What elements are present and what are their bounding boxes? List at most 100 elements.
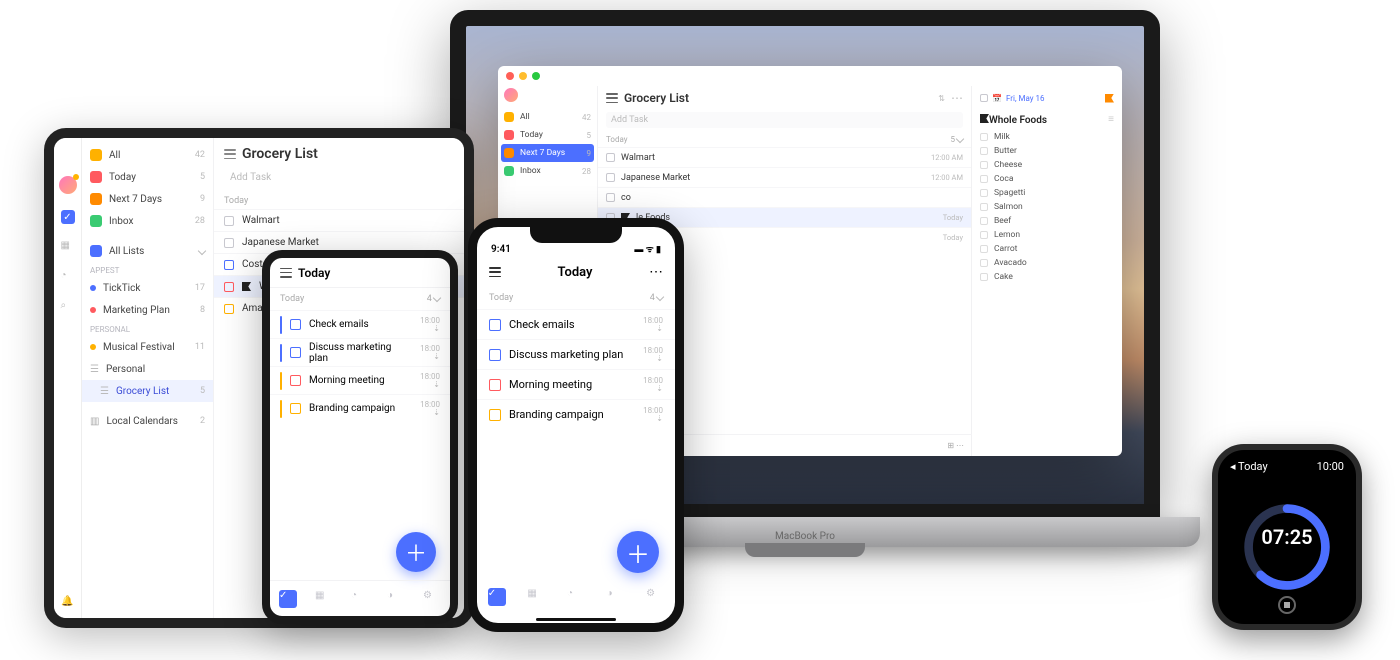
subtask-row[interactable]: Beef [972,214,1122,228]
menu-icon[interactable] [489,267,501,277]
more-icon[interactable]: ⋯ [951,91,963,105]
subtask-row[interactable]: Avacado [972,256,1122,270]
all-lists[interactable]: All Lists [82,240,213,262]
checkbox-icon[interactable] [290,347,301,358]
tab-pomo-icon[interactable]: ◔ [351,590,369,608]
checkbox-icon[interactable] [290,319,301,330]
tab-tasks-icon[interactable]: ✓ [279,590,297,608]
checkbox-icon[interactable] [489,379,501,391]
tasks-icon[interactable]: ✓ [61,210,75,224]
checkbox-icon[interactable] [224,304,234,314]
tab-pomo-icon[interactable]: ◔ [567,588,585,606]
sidebar-item[interactable]: Inbox28 [498,162,597,180]
tab-habit-icon[interactable]: ◑ [387,590,405,608]
list-item[interactable]: Musical Festival11 [82,336,213,358]
checkbox-icon[interactable] [606,153,615,162]
checkbox-icon[interactable] [980,175,988,183]
add-task-input[interactable]: Add Task [606,112,963,128]
watch-back[interactable]: ◂ Today [1230,460,1268,473]
task-row[interactable]: co [598,187,971,207]
tab-tasks-icon[interactable]: ✓ [488,588,506,606]
tab-calendar-icon[interactable]: ▦ [527,588,545,606]
digital-crown[interactable] [1360,490,1362,512]
add-button[interactable]: ＋ [396,532,436,572]
sidebar-item[interactable]: Today5 [498,126,597,144]
calendar-icon[interactable]: ▦ [61,240,75,254]
task-row[interactable]: Discuss marketing plan18:00⇣ [477,339,675,369]
checkbox-icon[interactable] [489,349,501,361]
list-item[interactable]: Marketing Plan8 [82,299,213,321]
subtask-row[interactable]: Butter [972,144,1122,158]
smart-next7[interactable]: Next 7 Days9 [82,188,213,210]
more-icon[interactable]: ⋯ [649,264,663,280]
menu-icon[interactable] [280,268,292,278]
checkbox-icon[interactable] [980,133,988,141]
checkbox-icon[interactable] [224,260,234,270]
checkbox-icon[interactable] [980,161,988,169]
subtask-row[interactable]: Cheese [972,158,1122,172]
task-row[interactable]: Morning meeting18:00⇣ [270,366,450,394]
add-button[interactable]: ＋ [617,531,659,573]
task-row[interactable]: Branding campaign18:00⇣ [270,394,450,422]
checkbox-icon[interactable] [606,173,615,182]
checkbox-icon[interactable] [980,147,988,155]
avatar[interactable] [59,176,77,194]
tab-calendar-icon[interactable]: ▦ [315,590,333,608]
checkbox-icon[interactable] [980,189,988,197]
list-item[interactable]: ☰ Grocery List5 [82,380,213,402]
checkbox-icon[interactable] [224,238,234,248]
sort-icon[interactable]: ⇅ [938,94,945,103]
subtask-row[interactable]: Milk [972,130,1122,144]
task-row[interactable]: Walmart12:00 AM [598,147,971,167]
side-button[interactable] [1360,528,1362,558]
checkbox-icon[interactable] [980,245,988,253]
checkbox-icon[interactable] [980,259,988,267]
local-calendars[interactable]: ▥Local Calendars2 [82,410,213,432]
detail-date[interactable]: Fri, May 16 [1006,94,1045,103]
subtask-row[interactable]: Coca [972,172,1122,186]
checkbox-icon[interactable] [980,231,988,239]
subtask-row[interactable]: Spagetti [972,186,1122,200]
checkbox-icon[interactable] [980,94,988,102]
smart-all[interactable]: All42 [82,144,213,166]
checkbox-icon[interactable] [489,409,501,421]
checkbox-icon[interactable] [980,203,988,211]
flag-icon[interactable] [1105,94,1114,103]
checkbox-icon[interactable] [224,282,234,292]
window-traffic-lights[interactable] [498,66,1122,86]
tab-habit-icon[interactable]: ◑ [607,588,625,606]
subtask-row[interactable]: Carrot [972,242,1122,256]
detail-menu-icon[interactable]: ≡ [1108,114,1114,125]
task-row[interactable]: Walmart [214,209,464,231]
tab-settings-icon[interactable]: ⚙ [423,590,441,608]
checkbox-icon[interactable] [290,403,301,414]
archive-icon[interactable]: ⊞ ⋯ [947,441,964,450]
checkbox-icon[interactable] [606,193,615,202]
task-row[interactable]: Discuss marketing plan18:00⇣ [270,338,450,366]
task-row[interactable]: Branding campaign18:00⇣ [477,399,675,429]
sidebar-item[interactable]: Next 7 Days9 [501,144,594,162]
task-row[interactable]: Morning meeting18:00⇣ [477,369,675,399]
subtask-row[interactable]: Cake [972,270,1122,284]
stop-button[interactable] [1278,596,1296,614]
smart-today[interactable]: Today5 [82,166,213,188]
tab-settings-icon[interactable]: ⚙ [646,588,664,606]
checkbox-icon[interactable] [980,273,988,281]
bell-icon[interactable]: 🔔 [61,596,75,610]
avatar[interactable] [504,88,518,102]
pomo-icon[interactable]: ◔ [61,270,75,284]
task-row[interactable]: Japanese Market12:00 AM [598,167,971,187]
list-item[interactable]: TickTick17 [82,277,213,299]
checkbox-icon[interactable] [224,216,234,226]
subtask-row[interactable]: Lemon [972,228,1122,242]
search-icon[interactable]: ⌕ [61,300,75,314]
subtask-row[interactable]: Salmon [972,200,1122,214]
task-row[interactable]: Check emails18:00⇣ [477,309,675,339]
checkbox-icon[interactable] [290,375,301,386]
task-row[interactable]: Check emails18:00⇣ [270,310,450,338]
add-task-input[interactable]: Add Task [224,168,454,187]
checkbox-icon[interactable] [980,217,988,225]
list-item[interactable]: ☰ Personal [82,358,213,380]
smart-inbox[interactable]: Inbox28 [82,210,213,232]
sidebar-item[interactable]: All42 [498,108,597,126]
